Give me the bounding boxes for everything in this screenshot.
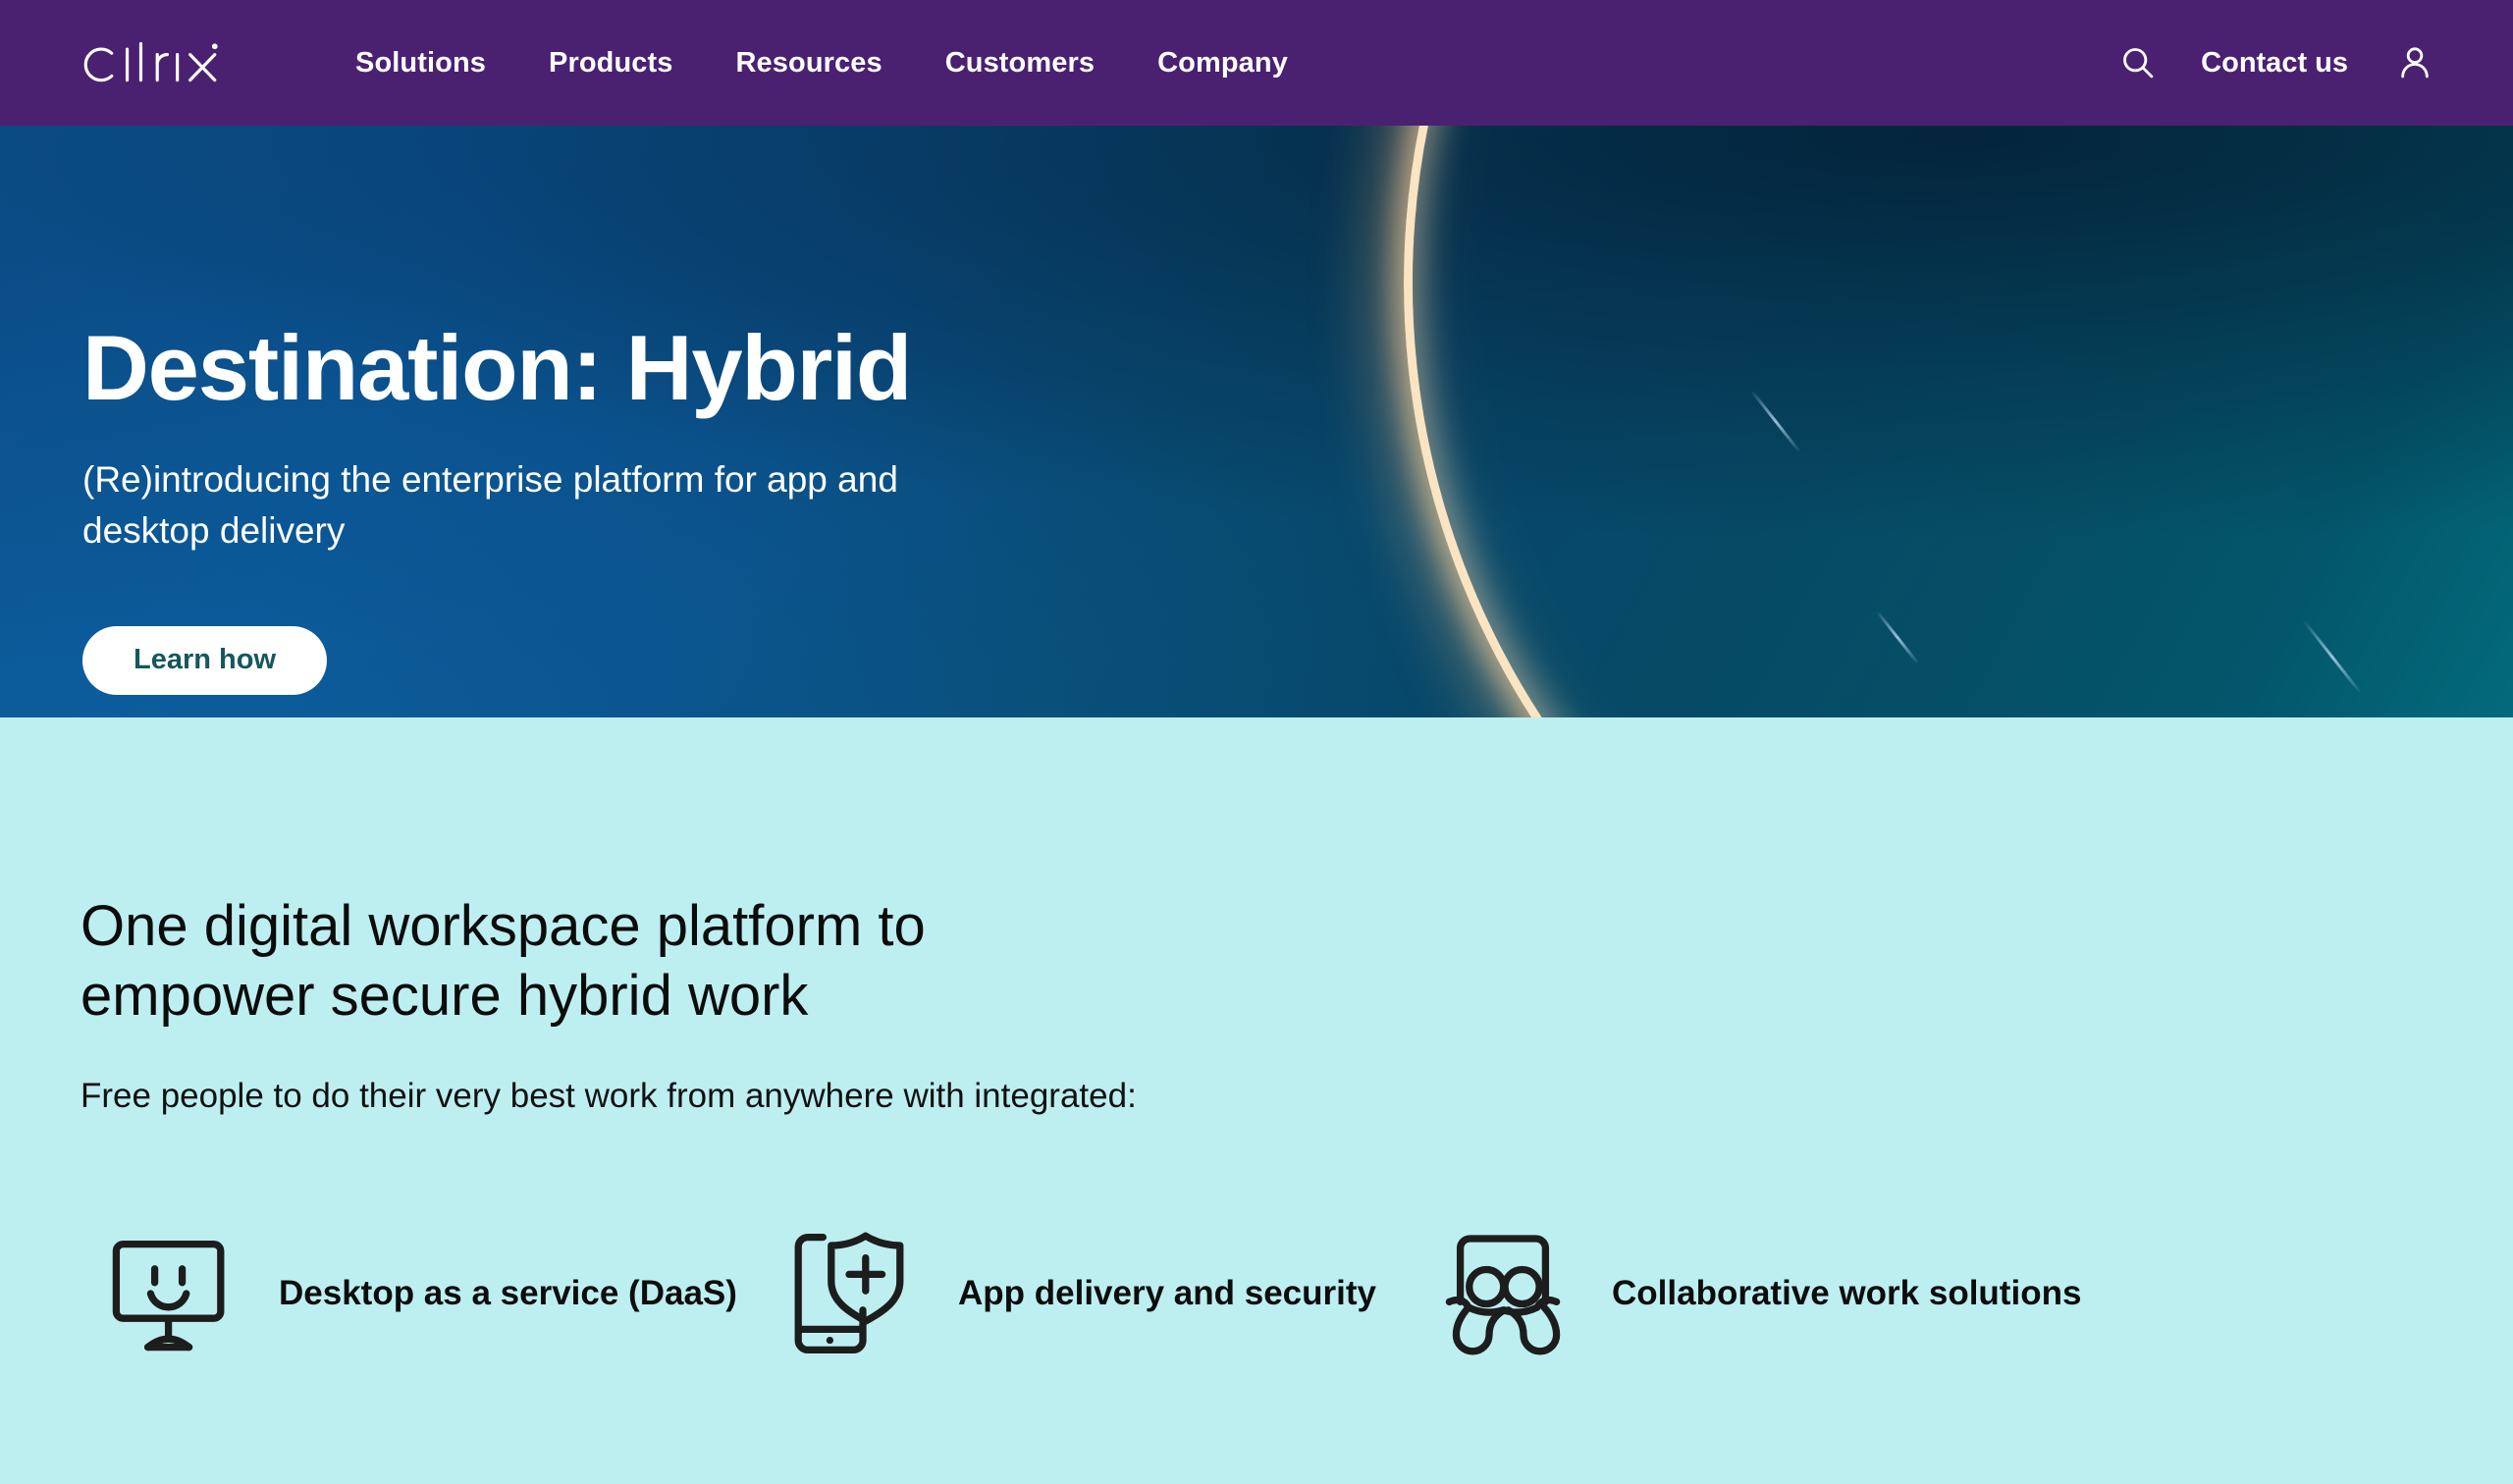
platform-overview-section: One digital workspace platform to empowe… [0,717,2513,1484]
section-lead-text: Free people to do their very best work f… [80,1076,1137,1115]
hero-title: Destination: Hybrid [82,316,912,419]
hero-streak-3 [2303,620,2362,694]
hero-banner: Destination: Hybrid (Re)introducing the … [0,126,2513,717]
platform-overview-content: One digital workspace platform to empowe… [80,717,2433,1362]
search-button[interactable] [2109,33,2167,92]
nav-item-products[interactable]: Products [517,37,705,89]
top-navigation-bar: Solutions Products Resources Customers C… [0,0,2513,126]
nav-item-resources[interactable]: Resources [705,37,914,89]
citrix-logo[interactable] [82,31,238,94]
user-account-icon [2401,47,2429,79]
nav-item-solutions[interactable]: Solutions [324,37,517,89]
feature-item-daas[interactable]: Desktop as a service (DaaS) [80,1225,768,1362]
feature-item-app-delivery[interactable]: App delivery and security [768,1225,1425,1362]
feature-label-daas: Desktop as a service (DaaS) [279,1274,737,1313]
hero-subtitle: (Re)introducing the enterprise platform … [82,458,898,552]
hero-light-arc-glow [1291,126,2513,717]
search-icon [2123,48,2154,79]
nav-item-company[interactable]: Company [1126,37,1319,89]
primary-nav-links: Solutions Products Resources Customers C… [324,37,1319,89]
hero-content: Destination: Hybrid (Re)introducing the … [82,126,966,695]
monitor-smile-icon [112,1241,225,1352]
learn-how-button[interactable]: Learn how [82,625,328,695]
section-heading: One digital workspace platform to empowe… [80,894,926,1028]
nav-item-customers[interactable]: Customers [914,37,1126,89]
collaboration-people-icon [1445,1235,1561,1355]
hero-streak-2 [1876,610,1919,664]
contact-us-link[interactable]: Contact us [2167,37,2385,89]
phone-shield-plus-icon [794,1232,904,1354]
feature-label-app-delivery: App delivery and security [958,1274,1376,1313]
account-button[interactable] [2385,33,2444,92]
feature-label-collaboration: Collaborative work solutions [1612,1274,2082,1313]
nav-utility-group: Contact us [2109,33,2444,92]
feature-item-collaboration[interactable]: Collaborative work solutions [1425,1225,2112,1362]
hero-streak-1 [1750,390,1801,453]
hero-light-arc [1323,126,2513,717]
feature-list: Desktop as a service (DaaS) App delivery… [80,1225,2433,1362]
logo-dot-icon [211,43,218,50]
